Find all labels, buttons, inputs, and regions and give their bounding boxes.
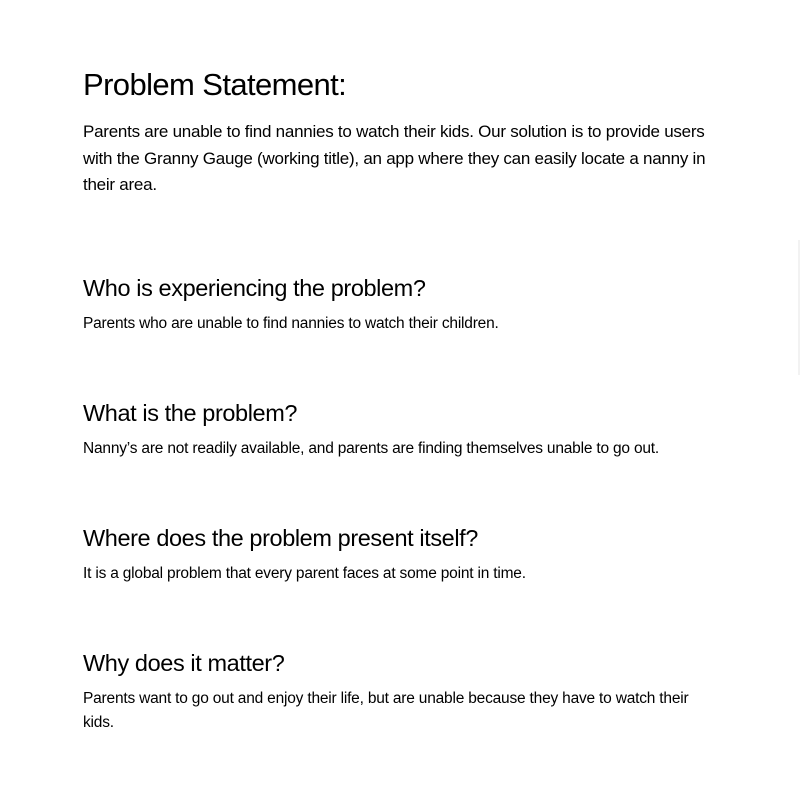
intro-paragraph: Parents are unable to find nannies to wa… bbox=[83, 122, 706, 194]
section-heading: Why does it matter? bbox=[83, 650, 285, 676]
section-body: Parents who are unable to find nannies t… bbox=[83, 315, 499, 332]
section-heading: What is the problem? bbox=[83, 400, 298, 426]
section-who: Who is experiencing the problem? Parents… bbox=[83, 273, 713, 336]
section-what: What is the problem? Nanny’s are not rea… bbox=[83, 398, 713, 461]
section-body: It is a global problem that every parent… bbox=[83, 565, 526, 582]
section-where: Where does the problem present itself? I… bbox=[83, 523, 713, 586]
section-body: Nanny’s are not readily available, and p… bbox=[83, 440, 659, 457]
page-title: Problem Statement: bbox=[83, 67, 347, 102]
section-why: Why does it matter? Parents want to go o… bbox=[83, 648, 713, 735]
section-body: Parents want to go out and enjoy their l… bbox=[83, 690, 689, 731]
section-heading: Where does the problem present itself? bbox=[83, 525, 478, 551]
section-heading: Who is experiencing the problem? bbox=[83, 275, 426, 301]
